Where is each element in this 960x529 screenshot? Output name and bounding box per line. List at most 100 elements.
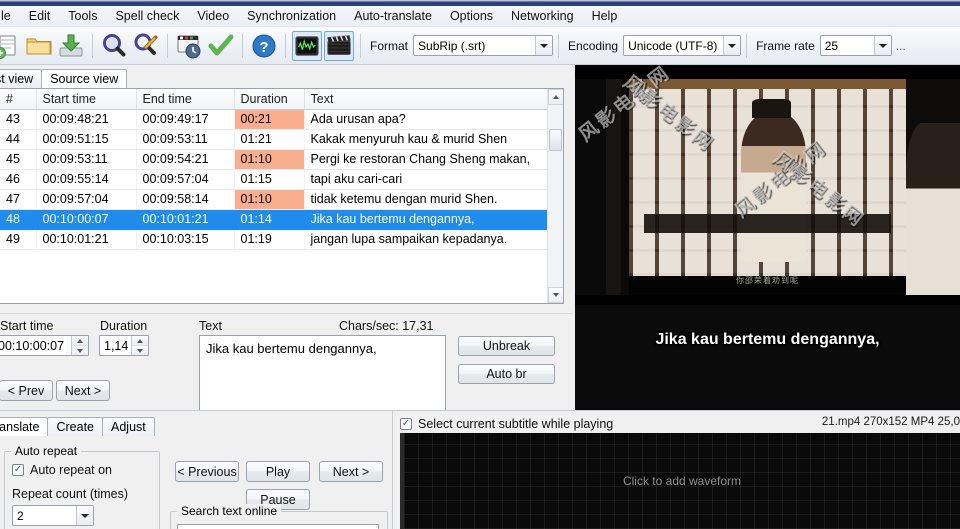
encoding-combobox[interactable]: Unicode (UTF-8) [623,35,742,56]
table-row[interactable]: 47 00:09:57:04 00:09:58:14 01:10 tidak k… [0,189,550,210]
svg-text:?: ? [259,39,268,56]
column-header-duration[interactable]: Duration [234,89,305,110]
stepper-up-icon[interactable] [72,336,88,346]
find-icon[interactable] [99,31,129,61]
menu-edit[interactable]: Edit [20,7,60,25]
column-header-end[interactable]: End time [136,89,235,110]
chevron-down-icon[interactable] [535,36,553,55]
column-header-number[interactable]: # [0,89,37,110]
new-icon[interactable] [0,31,22,61]
toolbar-separator-7 [746,33,748,58]
tab-translate[interactable]: ranslate [0,417,49,436]
cell-number: 43 [0,109,37,130]
toolbar-overflow-button[interactable]: ... [896,39,906,53]
cell-duration: 00:21 [234,109,305,130]
list-vertical-scrollbar[interactable] [547,89,563,303]
stepper-down-icon[interactable] [132,346,148,355]
next-button[interactable]: Next > [56,380,110,401]
visual-sync-icon[interactable] [174,31,204,61]
tab-adjust[interactable]: Adjust [102,417,155,436]
play-button[interactable]: Play [246,461,310,482]
table-row[interactable]: 45 00:09:53:11 00:09:54:21 01:10 Pergi k… [0,149,550,170]
open-folder-icon[interactable] [24,31,54,61]
table-row[interactable]: 44 00:09:51:15 00:09:53:11 01:21 Kakak m… [0,129,550,150]
video-player-pane: 你邵荣着劝到呢 风影电影网 风影电影网 风影电影网 风影电影网 Jika kau… [575,65,960,475]
subtitle-list[interactable]: # Start time End time Duration Text 43 0… [0,88,564,304]
table-row[interactable]: 49 00:10:01:21 00:10:03:15 01:19 jangan … [0,229,550,250]
column-header-start[interactable]: Start time [36,89,137,110]
waveform-canvas[interactable]: Click to add waveform [400,433,960,529]
tab-create[interactable]: Create [47,417,104,436]
framerate-combobox[interactable]: 25 [819,35,892,56]
menu-auto-translate[interactable]: Auto-translate [345,7,441,25]
autobr-button[interactable]: Auto br [458,364,555,384]
unbreak-button[interactable]: Unbreak [458,336,555,356]
tab-list-view[interactable]: st view [0,69,43,88]
menu-synchronization[interactable]: Synchronization [238,7,345,25]
search-online-input[interactable] [177,524,379,529]
chevron-down-icon[interactable] [723,36,741,55]
chevron-down-icon[interactable] [873,36,891,55]
checkbox-icon[interactable]: ✓ [12,464,24,476]
cell-duration: 01:15 [234,169,305,190]
cell-duration: 01:14 [234,209,305,230]
stepper-up-icon[interactable] [132,336,148,346]
menu-networking[interactable]: Networking [502,7,583,25]
replace-icon[interactable] [131,31,161,61]
chevron-down-icon[interactable] [76,506,93,525]
table-row[interactable]: 46 00:09:55:14 00:09:57:04 01:15 tapi ak… [0,169,550,190]
video-frame[interactable]: 你邵荣着劝到呢 风影电影网 风影电影网 风影电影网 风影电影网 [575,65,960,305]
video-scene-shadow [644,213,891,233]
checkbox-icon[interactable]: ✓ [400,418,412,430]
menu-video[interactable]: Video [188,7,238,25]
spell-check-icon[interactable] [206,31,236,61]
toolbar-separator-2 [167,33,168,58]
stepper-down-icon[interactable] [72,346,88,355]
toolbar-separator-1 [92,33,93,58]
video-subtitle-text: Jika kau bertemu dengannya, [655,331,880,348]
cell-text: tidak ketemu dengan murid Shen. [304,189,550,210]
framerate-label: Frame rate [756,38,815,53]
next-button-playback[interactable]: Next > [319,461,383,482]
cell-start: 00:09:57:04 [36,189,137,210]
subtitle-list-pane: st view Source view # Start time End tim… [0,65,573,465]
start-time-input[interactable]: 00:10:00:07 [0,335,89,356]
select-subtitle-while-playing-label: Select current subtitle while playing [418,417,614,431]
menu-bar: le Edit Tools Spell check Video Synchron… [0,6,960,27]
search-online-group-title: Search text online [177,504,282,518]
menu-help[interactable]: Help [583,7,627,25]
format-combobox[interactable]: SubRip (.srt) [413,35,554,56]
cell-text: jangan lupa sampaikan kepadanya. [304,229,550,250]
duration-input[interactable]: 1,14 [99,335,149,356]
cell-number: 44 [0,129,37,150]
duration-stepper[interactable] [131,336,148,355]
column-header-text[interactable]: Text [304,89,550,110]
scrollbar-thumb[interactable] [549,129,562,151]
bottom-divider [392,411,393,529]
repeat-count-combobox[interactable]: 2 [12,505,94,526]
menu-file[interactable]: le [0,7,20,25]
menu-options[interactable]: Options [441,7,502,25]
help-icon[interactable]: ? [249,31,279,61]
scroll-up-icon[interactable] [548,89,563,105]
table-row-selected[interactable]: 48 00:10:00:07 00:10:01:21 01:14 Jika ka… [0,209,550,230]
start-time-label: Start time [0,319,54,333]
start-time-stepper[interactable] [71,336,88,355]
cell-end: 00:09:53:11 [136,129,235,150]
prev-button[interactable]: < Prev [0,380,53,401]
tab-source-view[interactable]: Source view [41,69,128,88]
auto-repeat-checkbox-row[interactable]: ✓ Auto repeat on [12,463,112,477]
menu-spell-check[interactable]: Spell check [106,7,188,25]
menu-tools[interactable]: Tools [59,7,106,25]
video-subtitle-overlay: Jika kau bertemu dengannya, [575,305,960,423]
toggle-video-icon[interactable] [324,30,354,61]
previous-button[interactable]: < Previous [175,461,239,482]
toggle-waveform-icon[interactable] [292,30,322,61]
table-row[interactable]: 43 00:09:48:21 00:09:49:17 00:21 Ada uru… [0,109,550,130]
cell-start: 00:10:01:21 [36,229,137,250]
save-icon[interactable] [56,31,86,61]
scroll-down-icon[interactable] [548,287,563,303]
encoding-label: Encoding [568,38,619,53]
toolbar-separator-5 [360,33,361,58]
toolbar-separator-4 [285,33,286,58]
